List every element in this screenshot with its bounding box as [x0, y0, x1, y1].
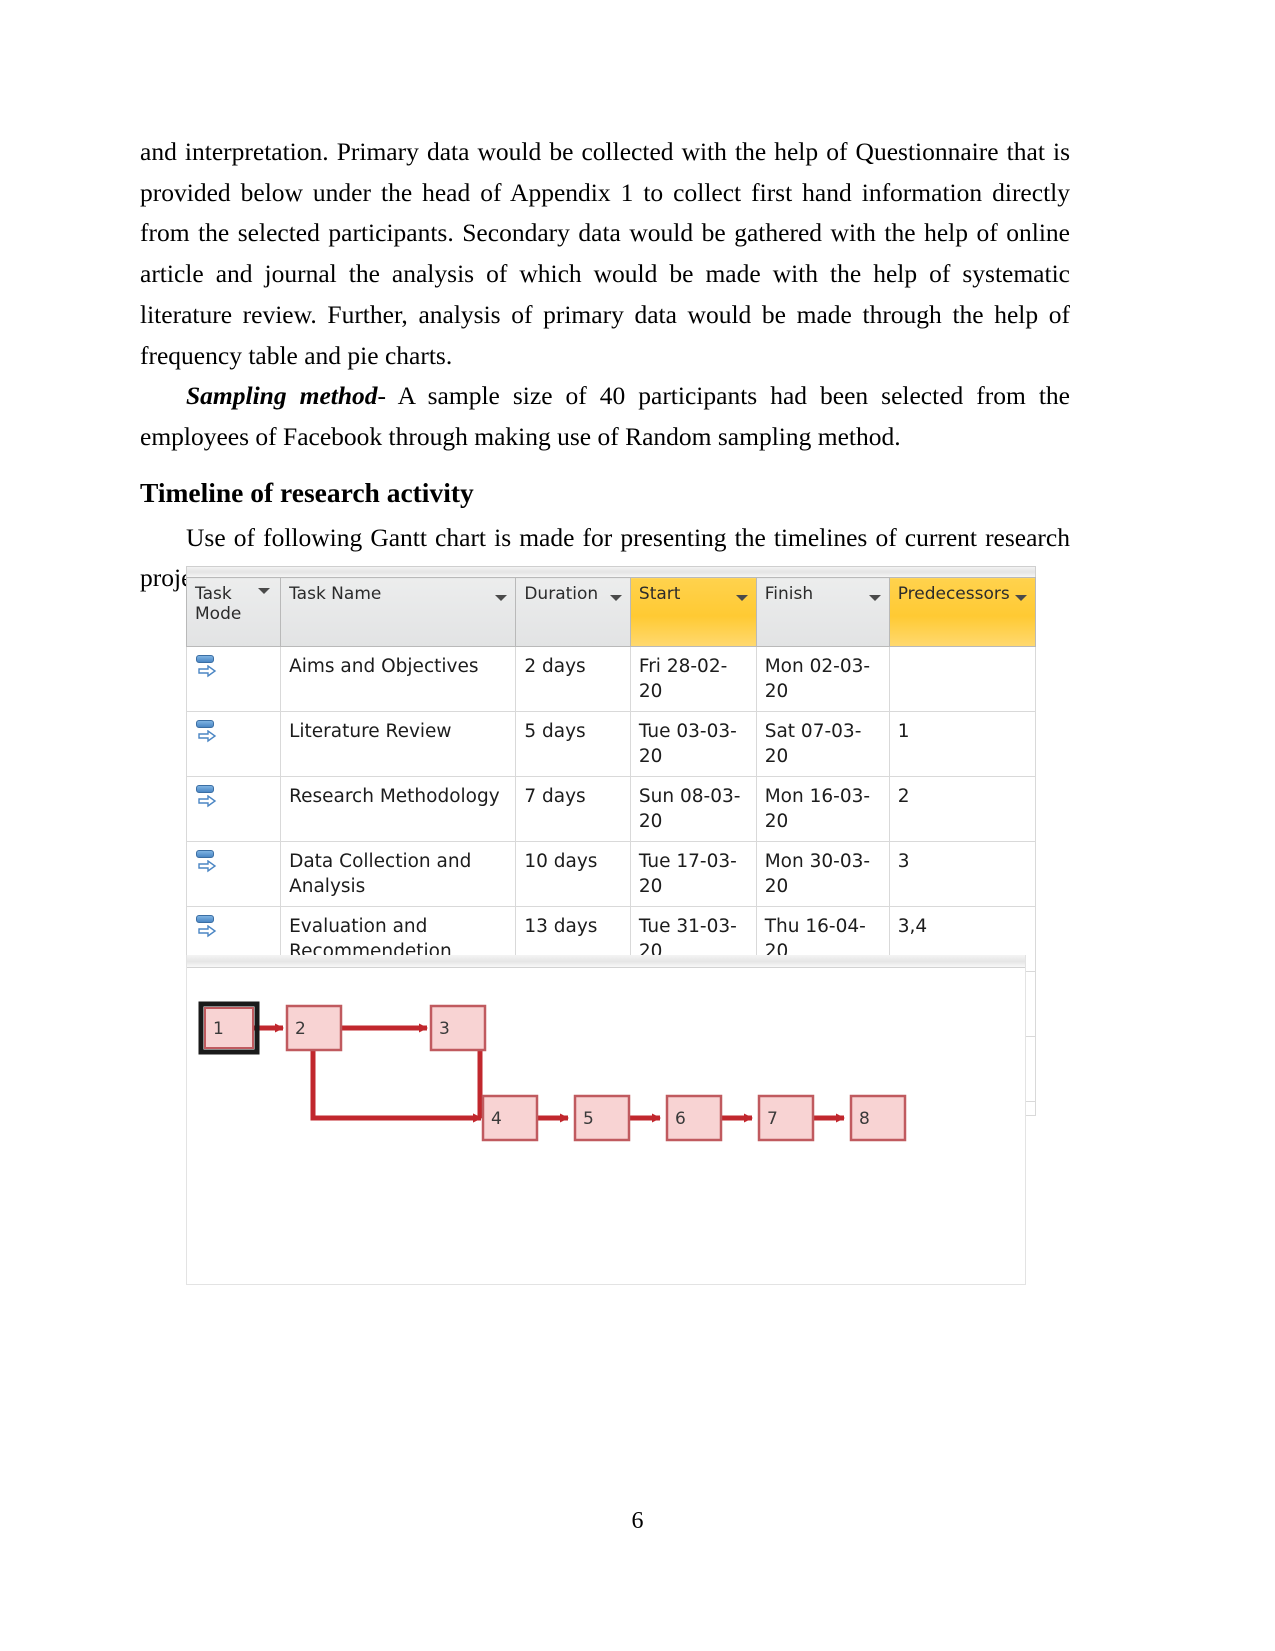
- cell-duration[interactable]: 2 days: [515, 646, 631, 712]
- sampling-method-label: Sampling method: [186, 381, 378, 411]
- cell-predecessors[interactable]: 2: [888, 776, 1037, 842]
- cell-start[interactable]: Sun 08-03-20: [629, 776, 757, 842]
- cell-duration[interactable]: 7 days: [515, 776, 631, 842]
- auto-schedule-icon: [195, 784, 221, 810]
- network-node-1-label: 1: [213, 1019, 224, 1039]
- auto-schedule-icon: [195, 849, 221, 875]
- filter-chevron-down-icon[interactable]: [868, 595, 881, 601]
- gantt-horizontal-scrollbar[interactable]: [186, 566, 1036, 577]
- network-node-7[interactable]: 7: [757, 1094, 815, 1142]
- cell-task-name[interactable]: Literature Review: [280, 711, 517, 777]
- cell-start[interactable]: Tue 17-03-20: [629, 841, 757, 907]
- cell-task-name[interactable]: Research Methodology: [280, 776, 517, 842]
- filter-chevron-down-icon[interactable]: [258, 588, 271, 594]
- page-text-content: and interpretation. Primary data would b…: [140, 132, 1070, 599]
- link-2-to-4: [310, 1046, 482, 1123]
- column-header-duration-label: Duration: [524, 584, 599, 604]
- cell-task-mode[interactable]: [185, 646, 282, 712]
- filter-chevron-down-icon[interactable]: [495, 595, 508, 601]
- column-header-duration[interactable]: Duration: [515, 577, 631, 647]
- column-header-predecessors[interactable]: Predecessors: [888, 577, 1037, 647]
- page-number: 6: [631, 1508, 644, 1534]
- network-diagram-canvas: 1 2 3 4 5 6 7 8: [187, 968, 1025, 1284]
- paragraph-methodology: and interpretation. Primary data would b…: [140, 137, 1070, 370]
- network-node-4-label: 4: [491, 1109, 502, 1129]
- column-header-task-name[interactable]: Task Name: [280, 577, 517, 647]
- filter-chevron-down-icon[interactable]: [735, 595, 748, 601]
- paragraph-sampling-method: Sampling method- A sample size of 40 par…: [140, 376, 1070, 457]
- cell-finish[interactable]: Mon 16-03-20: [755, 776, 890, 842]
- table-header-row: Task Mode Task Name Duration Start Finis…: [185, 577, 1037, 647]
- cell-predecessors[interactable]: 1: [888, 711, 1037, 777]
- cell-predecessors[interactable]: 3: [888, 841, 1037, 907]
- auto-schedule-icon: [195, 914, 221, 940]
- column-header-finish[interactable]: Finish: [755, 577, 890, 647]
- column-header-task-name-label: Task Name: [289, 584, 382, 604]
- cell-start[interactable]: Tue 03-03-20: [629, 711, 757, 777]
- table-row[interactable]: Aims and Objectives 2 days Fri 28-02-20 …: [185, 646, 1037, 712]
- cell-finish[interactable]: Mon 02-03-20: [755, 646, 890, 712]
- network-node-6-label: 6: [675, 1109, 686, 1129]
- cell-task-name[interactable]: Aims and Objectives: [280, 646, 517, 712]
- network-diagram-toolbar-strip: [187, 955, 1025, 968]
- auto-schedule-icon: [195, 654, 221, 680]
- network-node-2-label: 2: [295, 1019, 306, 1039]
- column-header-start[interactable]: Start: [629, 577, 757, 647]
- network-node-8-label: 8: [859, 1109, 870, 1129]
- network-node-2[interactable]: 2: [285, 1004, 343, 1052]
- column-header-start-label: Start: [638, 584, 681, 604]
- cell-duration[interactable]: 5 days: [515, 711, 631, 777]
- network-node-1[interactable]: 1: [198, 1001, 260, 1055]
- network-node-5-label: 5: [583, 1109, 594, 1129]
- table-row[interactable]: Data Collection and Analysis 10 days Tue…: [185, 841, 1037, 907]
- cell-task-mode[interactable]: [185, 841, 282, 907]
- document-page: and interpretation. Primary data would b…: [0, 0, 1275, 1651]
- network-node-4[interactable]: 4: [481, 1094, 539, 1142]
- filter-chevron-down-icon[interactable]: [1015, 595, 1027, 601]
- network-node-5[interactable]: 5: [573, 1094, 631, 1142]
- link-3-to-4: [473, 1046, 483, 1123]
- network-diagram-image: 1 2 3 4 5 6 7 8: [186, 955, 1026, 1285]
- cell-task-mode[interactable]: [185, 711, 282, 777]
- cell-finish[interactable]: Mon 30-03-20: [755, 841, 890, 907]
- column-header-task-mode-label: Task Mode: [195, 584, 242, 624]
- network-node-8[interactable]: 8: [849, 1094, 907, 1142]
- cell-duration[interactable]: 10 days: [515, 841, 631, 907]
- network-node-3-label: 3: [439, 1019, 450, 1039]
- cell-start[interactable]: Fri 28-02-20: [629, 646, 757, 712]
- cell-task-name[interactable]: Data Collection and Analysis: [280, 841, 517, 907]
- column-header-task-mode[interactable]: Task Mode: [185, 577, 282, 647]
- column-header-finish-label: Finish: [764, 584, 814, 604]
- auto-schedule-icon: [195, 719, 221, 745]
- table-row[interactable]: Literature Review 5 days Tue 03-03-20 Sa…: [185, 711, 1037, 777]
- cell-finish[interactable]: Sat 07-03-20: [755, 711, 890, 777]
- filter-chevron-down-icon[interactable]: [609, 595, 622, 601]
- column-header-predecessors-label: Predecessors: [897, 584, 1010, 604]
- network-node-6[interactable]: 6: [665, 1094, 723, 1142]
- network-diagram-svg: 1 2 3 4 5 6 7 8: [198, 1001, 907, 1142]
- network-node-3[interactable]: 3: [429, 1004, 487, 1052]
- cell-task-mode[interactable]: [185, 776, 282, 842]
- section-heading-timeline: Timeline of research activity: [140, 476, 474, 508]
- cell-predecessors[interactable]: [888, 646, 1037, 712]
- table-row[interactable]: Research Methodology 7 days Sun 08-03-20…: [185, 776, 1037, 842]
- network-node-7-label: 7: [767, 1109, 778, 1129]
